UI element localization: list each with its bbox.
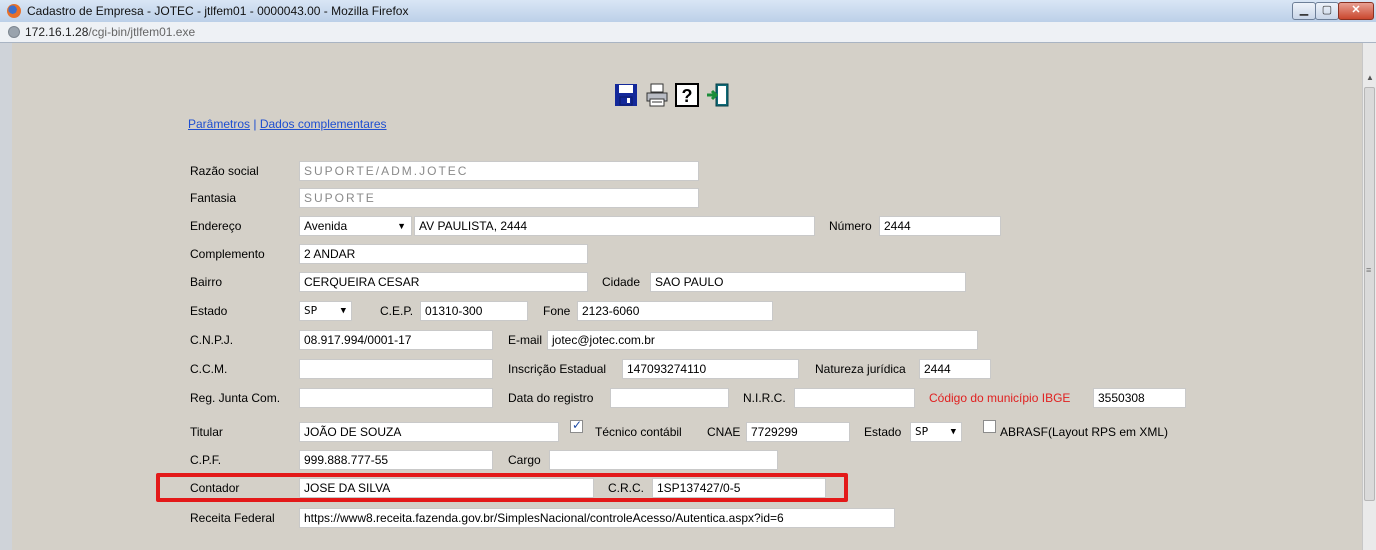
window-left-edge <box>0 43 12 550</box>
nav-links: Parâmetros | Dados complementares <box>188 117 387 131</box>
data-registro-input[interactable] <box>610 388 729 408</box>
save-icon[interactable] <box>614 83 638 107</box>
window-titlebar: Cadastro de Empresa - JOTEC - jtlfem01 -… <box>0 0 1376 23</box>
close-button[interactable]: ✕ <box>1338 2 1374 20</box>
scroll-grip-icon: ≡ <box>1366 265 1372 275</box>
label-fantasia: Fantasia <box>190 191 237 205</box>
label-codigo-ibge: Código do município IBGE <box>929 391 1071 405</box>
label-cpf: C.P.F. <box>190 453 222 467</box>
chevron-down-icon: ▼ <box>397 221 406 231</box>
link-dados-complementares[interactable]: Dados complementares <box>260 117 387 131</box>
exit-icon[interactable] <box>706 83 730 107</box>
inscricao-estadual-input[interactable]: 147093274110 <box>622 359 799 379</box>
globe-icon <box>8 26 20 38</box>
label-endereco: Endereço <box>190 219 242 233</box>
cidade-input[interactable]: SAO PAULO <box>650 272 966 292</box>
address-bar[interactable]: 172.16.1.28/cgi-bin/jtlfem01.exe <box>0 22 1376 43</box>
minimize-button[interactable]: ▁ <box>1292 2 1316 20</box>
minimize-icon: ▁ <box>1299 4 1309 16</box>
label-receita-federal: Receita Federal <box>190 511 275 525</box>
url-path: /cgi-bin/jtlfem01.exe <box>88 25 196 39</box>
svg-text:?: ? <box>682 86 693 106</box>
label-estado-2: Estado <box>864 425 902 439</box>
tipo-logradouro-select[interactable]: Avenida ▼ <box>299 216 412 236</box>
label-data-registro: Data do registro <box>508 391 594 405</box>
cnae-input[interactable]: 7729299 <box>746 422 850 442</box>
reg-junta-input[interactable] <box>299 388 493 408</box>
label-razao-social: Razão social <box>190 164 259 178</box>
label-estado: Estado <box>190 304 228 318</box>
label-cargo: Cargo <box>508 453 541 467</box>
estado-2-select[interactable]: SP ▼ <box>910 422 962 442</box>
razao-social-input[interactable]: SUPORTE/ADM.JOTEC <box>299 161 699 181</box>
label-natureza-juridica: Natureza jurídica <box>815 362 906 376</box>
label-complemento: Complemento <box>190 247 265 261</box>
label-cnae: CNAE <box>707 425 741 439</box>
label-abrasf: ABRASF(Layout RPS em XML) <box>1000 425 1169 439</box>
firefox-icon <box>7 4 21 18</box>
nav-separator: | <box>250 117 260 131</box>
tipo-logradouro-value: Avenida <box>304 219 348 233</box>
highlight-box <box>156 473 848 502</box>
nirc-input[interactable] <box>794 388 915 408</box>
endereco-input[interactable]: AV PAULISTA, 2444 <box>414 216 815 236</box>
codigo-ibge-input[interactable]: 3550308 <box>1093 388 1186 408</box>
label-reg-junta: Reg. Junta Com. <box>190 391 281 405</box>
label-cep: C.E.P. <box>380 304 414 318</box>
estado-value: SP <box>304 304 318 317</box>
checkmark-icon: ✓ <box>572 418 583 432</box>
scroll-up-icon[interactable]: ▲ <box>1366 73 1374 82</box>
scrollbar-thumb[interactable] <box>1364 87 1375 501</box>
natureza-juridica-input[interactable]: 2444 <box>919 359 991 379</box>
titular-input[interactable]: JOÃO DE SOUZA <box>299 422 559 442</box>
label-numero: Número <box>829 219 872 233</box>
receita-federal-input[interactable]: https://www8.receita.fazenda.gov.br/Simp… <box>299 508 895 528</box>
ccm-input[interactable] <box>299 359 493 379</box>
maximize-icon: ▢ <box>1321 4 1333 16</box>
label-fone: Fone <box>543 304 571 318</box>
maximize-button[interactable]: ▢ <box>1315 2 1339 20</box>
url-host: 172.16.1.28 <box>25 25 89 39</box>
help-icon[interactable]: ? <box>675 83 699 107</box>
label-titular: Titular <box>190 425 223 439</box>
cep-input[interactable]: 01310-300 <box>420 301 528 321</box>
estado-2-value: SP <box>915 425 929 438</box>
window-title: Cadastro de Empresa - JOTEC - jtlfem01 -… <box>27 4 409 18</box>
abrasf-checkbox[interactable] <box>983 420 996 433</box>
cargo-input[interactable] <box>549 450 778 470</box>
bairro-input[interactable]: CERQUEIRA CESAR <box>299 272 588 292</box>
complemento-input[interactable]: 2 ANDAR <box>299 244 588 264</box>
numero-input[interactable]: 2444 <box>879 216 1001 236</box>
address-text: 172.16.1.28/cgi-bin/jtlfem01.exe <box>25 25 195 39</box>
chevron-down-icon: ▼ <box>340 306 346 316</box>
chevron-down-icon: ▼ <box>950 427 956 437</box>
label-email: E-mail <box>508 333 543 347</box>
print-icon[interactable] <box>645 83 669 107</box>
label-inscricao-estadual: Inscrição Estadual <box>508 362 607 376</box>
link-parametros[interactable]: Parâmetros <box>188 117 250 131</box>
label-bairro: Bairro <box>190 275 223 289</box>
cnpj-input[interactable]: 08.917.994/0001-17 <box>299 330 493 350</box>
cpf-input[interactable]: 999.888.777-55 <box>299 450 493 470</box>
vertical-scrollbar[interactable]: ▲ ≡ <box>1362 43 1376 550</box>
tecnico-contabil-checkbox[interactable]: ✓ <box>570 418 583 433</box>
label-cidade: Cidade <box>602 275 641 289</box>
estado-select[interactable]: SP ▼ <box>299 301 352 321</box>
label-cnpj: C.N.P.J. <box>190 333 234 347</box>
fone-input[interactable]: 2123-6060 <box>577 301 773 321</box>
email-input[interactable]: jotec@jotec.com.br <box>547 330 978 350</box>
label-nirc: N.I.R.C. <box>743 391 786 405</box>
label-ccm: C.C.M. <box>190 362 228 376</box>
label-tecnico-contabil: Técnico contábil <box>595 425 682 439</box>
fantasia-input[interactable]: SUPORTE <box>299 188 699 208</box>
close-icon: ✕ <box>1351 4 1361 16</box>
